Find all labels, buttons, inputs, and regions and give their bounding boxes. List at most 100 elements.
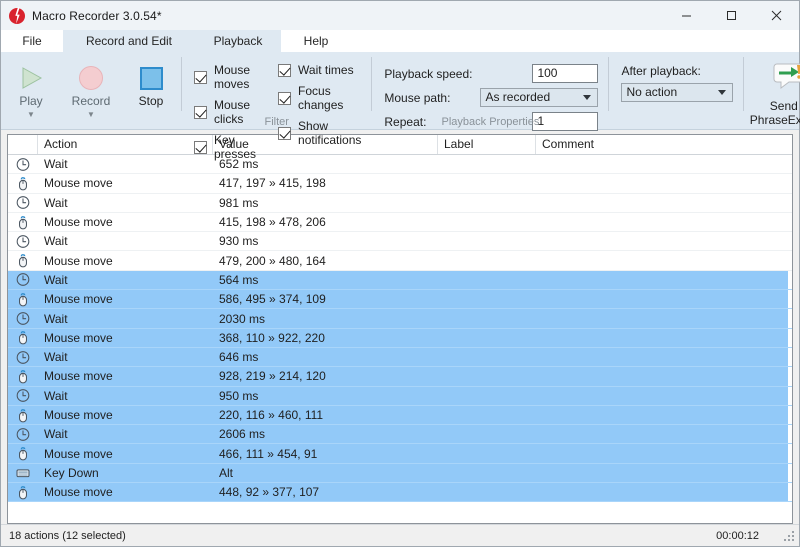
checkbox-mouse-moves[interactable]: Mouse moves xyxy=(194,63,256,91)
window-title: Macro Recorder 3.0.54* xyxy=(32,9,162,23)
table-row[interactable]: Mouse move448, 92 » 377, 107 xyxy=(8,483,792,502)
column-header-icon[interactable] xyxy=(8,135,38,154)
cell-value: 652 ms xyxy=(213,157,438,171)
record-button[interactable]: Record ▼ xyxy=(61,55,121,130)
send-button-line2: PhraseExpress xyxy=(750,113,800,127)
stop-button[interactable]: Stop xyxy=(121,55,181,130)
cell-value: 415, 198 » 478, 206 xyxy=(213,215,438,229)
checkmark-icon xyxy=(278,92,291,105)
table-row[interactable]: Mouse move368, 110 » 922, 220 xyxy=(8,329,792,348)
play-triangle-icon xyxy=(18,63,44,93)
ribbon-tabs: File Record and Edit Playback Help xyxy=(1,30,799,52)
send-to-phraseexpress-group: Send to PhraseExpress xyxy=(744,52,800,130)
play-dropdown-caret-icon[interactable]: ▼ xyxy=(27,111,35,119)
cell-action: Mouse move xyxy=(38,331,213,345)
phraseexpress-speech-bubble-icon xyxy=(773,61,800,96)
column-header-comment[interactable]: Comment xyxy=(536,135,792,154)
table-row[interactable]: Wait930 ms xyxy=(8,232,792,251)
table-row[interactable]: Mouse move479, 200 » 480, 164 xyxy=(8,251,792,270)
cell-value: 928, 219 » 214, 120 xyxy=(213,369,438,383)
cell-value: 448, 92 » 377, 107 xyxy=(213,485,438,499)
checkmark-icon xyxy=(194,71,207,84)
transport-group: Play ▼ Record ▼ Stop xyxy=(1,52,181,130)
playback-speed-label: Playback speed: xyxy=(384,67,472,81)
cell-value: 479, 200 » 480, 164 xyxy=(213,254,438,268)
cell-value: Alt xyxy=(213,466,438,480)
ribbon: Play ▼ Record ▼ Stop xyxy=(1,52,799,130)
table-row[interactable]: Wait2030 ms xyxy=(8,309,792,328)
tab-record-and-edit[interactable]: Record and Edit xyxy=(63,30,195,52)
checkbox-wait-times[interactable]: Wait times xyxy=(278,63,361,77)
record-circle-icon xyxy=(79,63,103,93)
table-row[interactable]: Key DownAlt xyxy=(8,464,792,483)
app-logo-icon xyxy=(9,8,25,24)
table-row[interactable]: Wait652 ms xyxy=(8,155,792,174)
cell-value: 930 ms xyxy=(213,234,438,248)
close-button[interactable] xyxy=(754,1,799,30)
cell-action: Mouse move xyxy=(38,254,213,268)
playback-speed-input[interactable]: 100 xyxy=(532,64,598,83)
playback-properties-group-label: Playback Properties xyxy=(372,116,608,128)
cell-value: 466, 111 » 454, 91 xyxy=(213,447,438,461)
table-row[interactable]: Wait646 ms xyxy=(8,348,792,367)
cell-action: Mouse move xyxy=(38,215,213,229)
play-button[interactable]: Play ▼ xyxy=(1,55,61,130)
after-playback-select[interactable]: No action xyxy=(621,83,733,102)
cell-value: 2606 ms xyxy=(213,427,438,441)
tab-help[interactable]: Help xyxy=(281,30,351,52)
table-row[interactable]: Mouse move417, 197 » 415, 198 xyxy=(8,174,792,193)
table-row[interactable]: Mouse move466, 111 » 454, 91 xyxy=(8,444,792,463)
filter-group: Mouse moves Mouse clicks Key presses Wai… xyxy=(182,52,371,130)
chevron-down-icon xyxy=(718,90,726,95)
table-row[interactable]: Mouse move586, 495 » 374, 109 xyxy=(8,290,792,309)
clock-icon xyxy=(8,157,38,172)
cell-action: Wait xyxy=(38,196,213,210)
cell-value: 220, 116 » 460, 111 xyxy=(213,408,438,422)
mouse-icon xyxy=(8,330,38,345)
tab-playback[interactable]: Playback xyxy=(195,30,281,52)
tab-file[interactable]: File xyxy=(1,30,63,52)
mouse-path-value: As recorded xyxy=(485,89,583,106)
mouse-icon xyxy=(8,446,38,461)
clock-icon xyxy=(8,311,38,326)
resize-grip-icon[interactable] xyxy=(784,531,796,543)
cell-action: Wait xyxy=(38,312,213,326)
mouse-path-select[interactable]: As recorded xyxy=(480,88,598,107)
checkmark-icon xyxy=(194,141,207,154)
mouse-icon xyxy=(8,369,38,384)
cell-action: Mouse move xyxy=(38,369,213,383)
cell-value: 564 ms xyxy=(213,273,438,287)
maximize-button[interactable] xyxy=(709,1,754,30)
table-row[interactable]: Wait2606 ms xyxy=(8,425,792,444)
cell-action: Mouse move xyxy=(38,485,213,499)
record-dropdown-caret-icon[interactable]: ▼ xyxy=(87,111,95,119)
cell-action: Mouse move xyxy=(38,292,213,306)
table-row[interactable]: Mouse move928, 219 » 214, 120 xyxy=(8,367,792,386)
column-header-action[interactable]: Action xyxy=(38,135,213,154)
after-playback-group: After playback: No action xyxy=(609,52,743,130)
table-row[interactable]: Mouse move220, 116 » 460, 111 xyxy=(8,406,792,425)
table-row[interactable]: Wait981 ms xyxy=(8,194,792,213)
stop-square-icon xyxy=(140,63,163,93)
checkmark-icon xyxy=(278,64,291,77)
column-header-label[interactable]: Label xyxy=(438,135,536,154)
table-row[interactable]: Wait950 ms xyxy=(8,387,792,406)
clock-icon xyxy=(8,234,38,249)
cell-action: Wait xyxy=(38,389,213,403)
checkbox-label: Wait times xyxy=(298,63,354,77)
table-row[interactable]: Wait564 ms xyxy=(8,271,792,290)
keyboard-icon xyxy=(8,465,38,480)
clock-icon xyxy=(8,388,38,403)
cell-value: 2030 ms xyxy=(213,312,438,326)
checkbox-focus-changes[interactable]: Focus changes xyxy=(278,84,361,112)
send-to-phraseexpress-button[interactable]: Send to PhraseExpress xyxy=(744,55,800,130)
cell-value: 368, 110 » 922, 220 xyxy=(213,331,438,345)
send-button-line1: Send to xyxy=(770,99,800,113)
checkbox-label: Mouse moves xyxy=(214,63,256,91)
table-header: Action Value Label Comment xyxy=(8,135,792,155)
mouse-path-label: Mouse path: xyxy=(384,91,472,105)
table-row[interactable]: Mouse move415, 198 » 478, 206 xyxy=(8,213,792,232)
minimize-button[interactable] xyxy=(664,1,709,30)
clock-icon xyxy=(8,427,38,442)
cell-action: Mouse move xyxy=(38,447,213,461)
